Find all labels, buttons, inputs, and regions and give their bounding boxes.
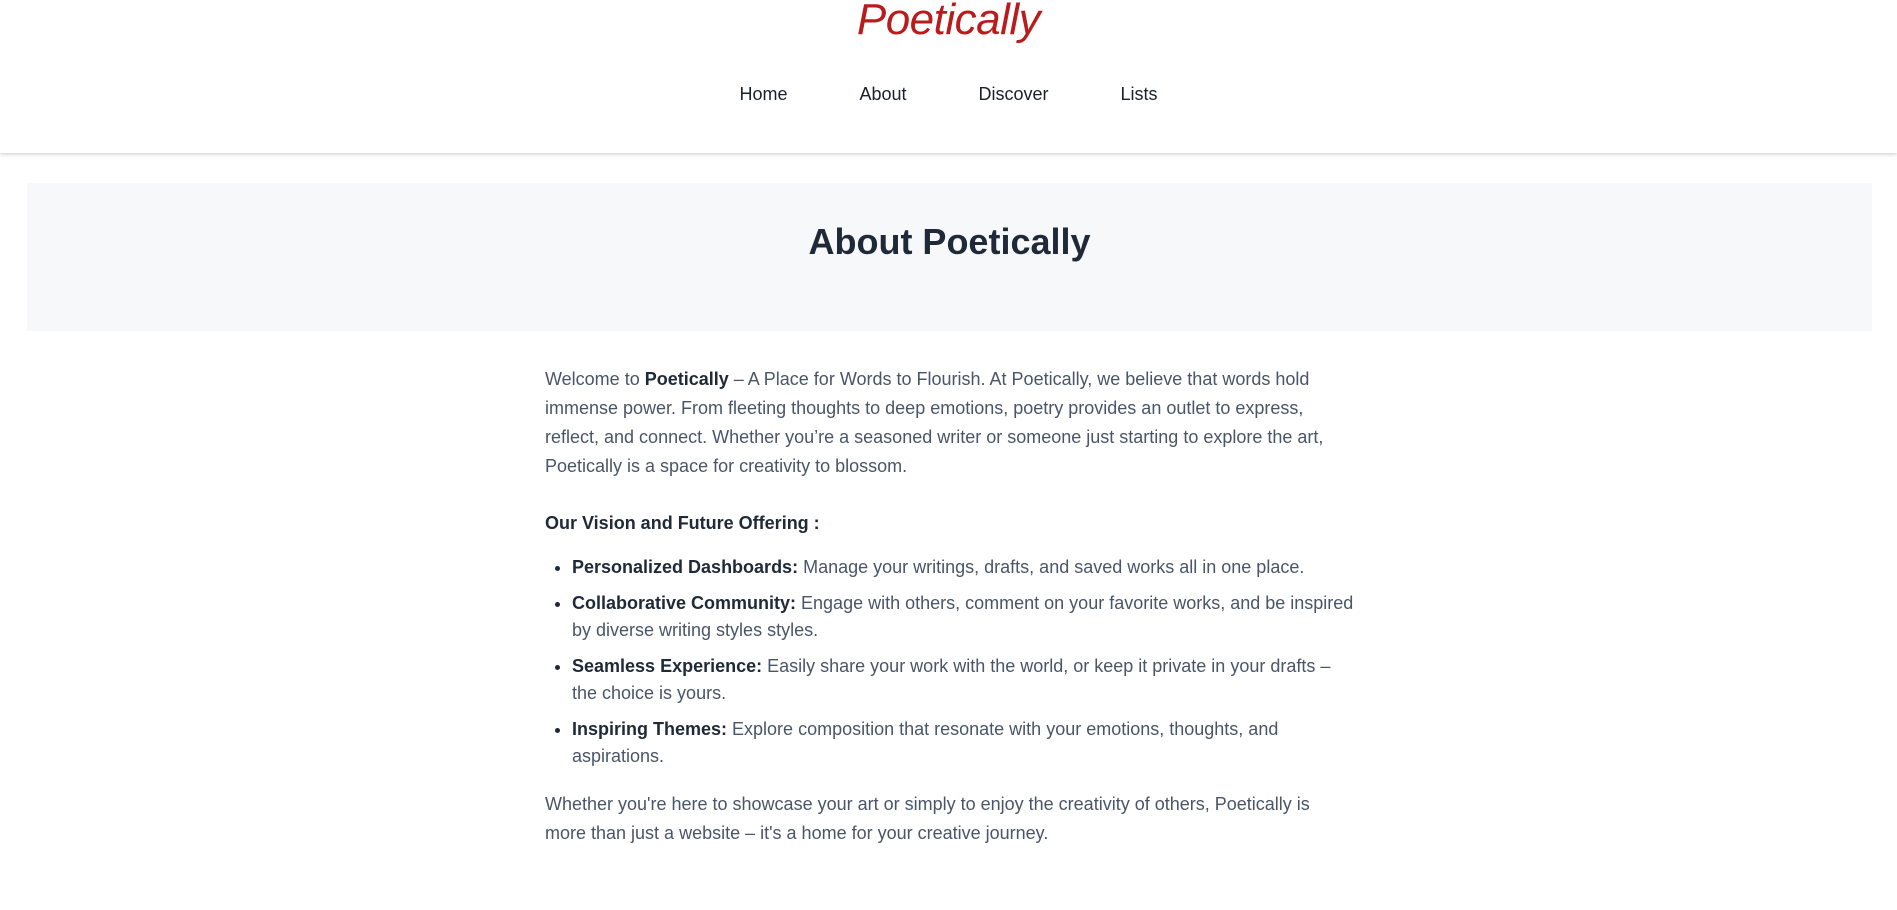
offering-title: Personalized Dashboards: bbox=[572, 557, 799, 577]
offering-title: Inspiring Themes: bbox=[572, 719, 728, 739]
offering-title: Collaborative Community: bbox=[572, 593, 797, 613]
hero-banner: About Poetically bbox=[27, 183, 1872, 331]
about-content: Welcome to Poetically – A Place for Word… bbox=[545, 365, 1355, 848]
site-header: Poetically Home About Discover Lists bbox=[0, 0, 1897, 153]
intro-brand: Poetically bbox=[644, 369, 729, 389]
offerings-list: Personalized Dashboards: Manage your wri… bbox=[545, 554, 1355, 770]
nav-lists-link[interactable]: Lists bbox=[1085, 80, 1194, 108]
main-nav: Home About Discover Lists bbox=[0, 80, 1897, 108]
site-logo[interactable]: Poetically bbox=[0, 0, 1897, 46]
offering-title: Seamless Experience: bbox=[572, 656, 763, 676]
intro-prefix: Welcome to bbox=[545, 369, 645, 389]
offering-item: Personalized Dashboards: Manage your wri… bbox=[572, 554, 1355, 581]
offering-item: Collaborative Community: Engage with oth… bbox=[572, 590, 1355, 644]
closing-paragraph: Whether you're here to showcase your art… bbox=[545, 794, 1310, 843]
nav-home-link[interactable]: Home bbox=[703, 80, 823, 108]
nav-discover-link[interactable]: Discover bbox=[943, 80, 1085, 108]
offering-text: Manage your writings, drafts, and saved … bbox=[798, 557, 1305, 577]
offering-item: Seamless Experience: Easily share your w… bbox=[572, 653, 1355, 707]
nav-about-link[interactable]: About bbox=[823, 80, 942, 108]
offering-item: Inspiring Themes: Explore composition th… bbox=[572, 716, 1355, 770]
page-title: About Poetically bbox=[808, 221, 1091, 262]
intro-paragraph: Welcome to Poetically – A Place for Word… bbox=[545, 365, 1355, 481]
vision-heading: Our Vision and Future Offering : bbox=[545, 513, 820, 533]
